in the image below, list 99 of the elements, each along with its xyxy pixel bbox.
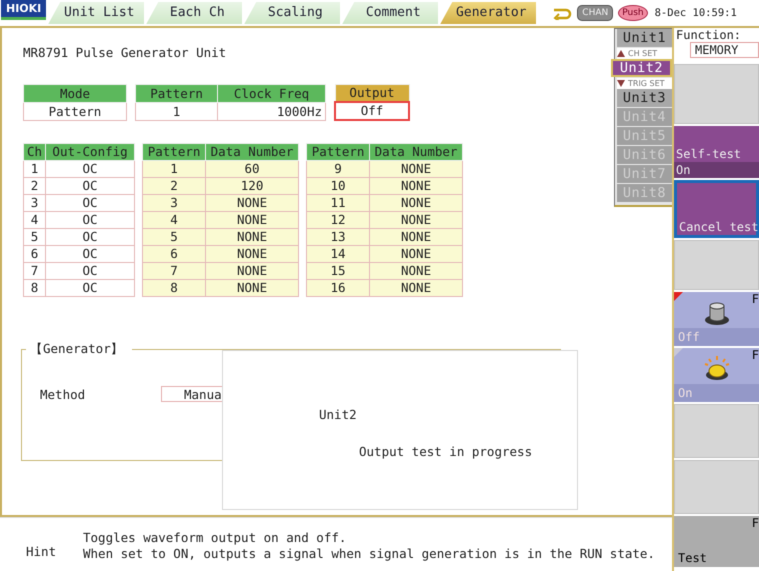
table-cell: 9 bbox=[306, 160, 370, 178]
table-cell: OC bbox=[46, 280, 135, 296]
tab[interactable]: Scaling bbox=[244, 2, 340, 24]
table-cell: OC bbox=[46, 212, 135, 228]
table-cell: 11 bbox=[306, 194, 370, 212]
column-header: Output bbox=[335, 84, 409, 102]
setting-field[interactable]: 1000Hz bbox=[218, 102, 326, 120]
table-cell: 6 bbox=[24, 246, 46, 262]
column-header: Pattern bbox=[142, 144, 206, 160]
table-cell: OC bbox=[46, 178, 135, 194]
hint-text: Toggles waveform output on and off. bbox=[83, 530, 348, 546]
hint-label: Hint bbox=[26, 544, 58, 559]
table-cell: 7 bbox=[142, 262, 206, 280]
table-cell: 8 bbox=[24, 280, 46, 296]
table-cell: 13 bbox=[306, 228, 370, 246]
table-cell: 3 bbox=[142, 194, 206, 212]
column-header: Out-Config bbox=[46, 144, 135, 160]
down-triangle-icon bbox=[617, 80, 625, 87]
table-cell: 12 bbox=[306, 212, 370, 228]
table-cell: 15 bbox=[306, 262, 370, 280]
table-cell: OC bbox=[46, 160, 135, 178]
soft-key[interactable] bbox=[674, 240, 759, 290]
table-cell: 1 bbox=[142, 160, 206, 178]
table-cell: 4 bbox=[142, 212, 206, 228]
return-arrow-icon bbox=[552, 6, 572, 20]
key-number: F bbox=[752, 516, 759, 530]
key-number: F bbox=[752, 348, 759, 362]
push-badge: Push bbox=[618, 5, 648, 21]
table-cell: NONE bbox=[206, 280, 299, 296]
tab[interactable]: Each Ch bbox=[146, 2, 242, 24]
table-cell: NONE bbox=[206, 194, 299, 212]
soft-key[interactable]: F Off bbox=[674, 292, 759, 346]
table-cell: OC bbox=[46, 194, 135, 212]
table-cell: NONE bbox=[370, 228, 463, 246]
soft-key[interactable] bbox=[674, 404, 759, 458]
table-cell: 16 bbox=[306, 280, 370, 296]
soft-key[interactable]: Self-test On bbox=[674, 126, 759, 178]
up-triangle-icon bbox=[617, 50, 625, 57]
date-time: 8-Dec 10:59:1 bbox=[654, 7, 737, 19]
table-cell: 6 bbox=[142, 246, 206, 262]
column-header: Pattern bbox=[136, 84, 218, 102]
table-cell: NONE bbox=[206, 212, 299, 228]
table-cell: 8 bbox=[142, 280, 206, 296]
tab[interactable]: Comment bbox=[342, 2, 438, 24]
unit-item[interactable]: Unit3 bbox=[617, 89, 672, 107]
table-cell: OC bbox=[46, 262, 135, 280]
table-cell: 2 bbox=[142, 178, 206, 194]
function-label: Function: bbox=[676, 28, 742, 42]
table-cell: 5 bbox=[24, 228, 46, 246]
table-cell: 14 bbox=[306, 246, 370, 262]
table-cell: NONE bbox=[206, 228, 299, 246]
column-header: Mode bbox=[24, 84, 126, 102]
setting-field[interactable]: Off bbox=[335, 102, 409, 120]
soft-key[interactable] bbox=[674, 460, 759, 514]
table-cell: 1 bbox=[24, 160, 46, 178]
column-header: Data Number bbox=[206, 144, 299, 160]
field-label: Method bbox=[40, 386, 86, 402]
dialog-message: Output test in progress bbox=[359, 444, 532, 459]
column-header: Ch bbox=[24, 144, 46, 160]
table-cell: NONE bbox=[206, 246, 299, 262]
soft-key[interactable]: F Test bbox=[674, 516, 759, 567]
table-cell: NONE bbox=[206, 262, 299, 280]
table-cell: 2 bbox=[24, 178, 46, 194]
table-cell: NONE bbox=[370, 212, 463, 228]
unit-item[interactable]: Unit1 bbox=[617, 29, 672, 47]
setting-field[interactable]: Pattern bbox=[24, 102, 126, 120]
function-field: MEMORY bbox=[690, 42, 759, 58]
column-header: Pattern bbox=[306, 144, 370, 160]
table-cell: 5 bbox=[142, 228, 206, 246]
table-cell: NONE bbox=[370, 160, 463, 178]
hint-text: When set to ON, outputs a signal when signal generation is in the RUN state. bbox=[83, 546, 655, 562]
soft-key[interactable] bbox=[674, 64, 759, 124]
table-cell: OC bbox=[46, 228, 135, 246]
unit-title: MR8791 Pulse Generator Unit bbox=[23, 45, 226, 61]
soft-key[interactable]: F On bbox=[674, 348, 759, 402]
table-cell: 120 bbox=[206, 178, 299, 194]
brand-logo: HIOKI bbox=[1, 0, 46, 20]
table-cell: 60 bbox=[206, 160, 299, 178]
table-cell: NONE bbox=[370, 246, 463, 262]
group-title: 【Generator】 bbox=[29, 341, 125, 358]
table-cell: 4 bbox=[24, 212, 46, 228]
dialog-unit: Unit2 bbox=[319, 407, 357, 422]
table-cell: NONE bbox=[370, 262, 463, 280]
section-label: TRIG SET bbox=[628, 79, 665, 88]
table-cell: 10 bbox=[306, 178, 370, 194]
table-cell: NONE bbox=[370, 280, 463, 296]
setting-field[interactable]: 1 bbox=[136, 102, 218, 120]
table-cell: NONE bbox=[370, 178, 463, 194]
table-cell: OC bbox=[46, 246, 135, 262]
section-label: CH SET bbox=[628, 49, 658, 58]
column-header: Data Number bbox=[370, 144, 463, 160]
tab[interactable]: Generator bbox=[440, 2, 536, 24]
key-number: F bbox=[752, 292, 759, 306]
table-cell: 3 bbox=[24, 194, 46, 212]
table-cell: NONE bbox=[370, 194, 463, 212]
table-cell: 7 bbox=[24, 262, 46, 280]
tab[interactable]: Unit List bbox=[48, 2, 144, 24]
unit-item[interactable]: Unit2 bbox=[611, 59, 672, 77]
column-header: Clock Freq bbox=[218, 84, 326, 102]
